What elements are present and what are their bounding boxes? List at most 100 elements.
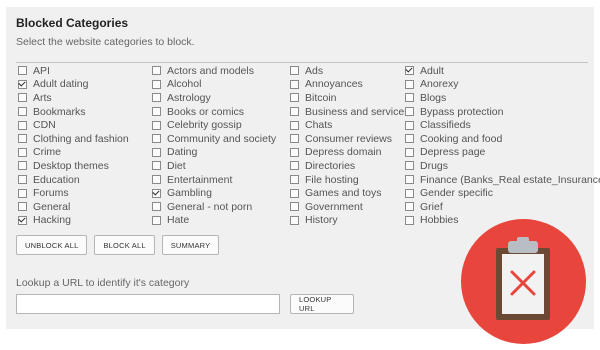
category-item[interactable]: API [18,64,152,78]
category-checkbox[interactable] [290,93,299,103]
category-checkbox[interactable] [405,175,414,185]
category-item[interactable]: Gambling [152,186,290,200]
category-checkbox[interactable] [405,120,414,130]
category-checkbox[interactable] [290,175,299,185]
category-item[interactable]: General - not porn [152,200,290,214]
category-item[interactable]: Anorexy [405,78,595,92]
category-item[interactable]: Adult dating [18,78,152,92]
category-checkbox[interactable] [405,215,414,225]
lookup-url-input[interactable] [16,294,280,314]
summary-button[interactable]: SUMMARY [161,235,220,255]
category-checkbox[interactable] [290,161,299,171]
category-item[interactable]: File hosting [290,173,405,187]
category-checkbox[interactable] [290,120,299,130]
category-item[interactable]: Diet [152,159,290,173]
category-checkbox[interactable] [405,79,414,89]
category-checkbox[interactable] [405,188,414,198]
unblock-all-button[interactable]: UNBLOCK ALL [16,235,88,255]
category-checkbox[interactable] [18,93,27,103]
category-item[interactable]: Classifieds [405,118,595,132]
category-checkbox[interactable] [405,93,414,103]
category-item[interactable]: Games and toys [290,186,405,200]
category-checkbox[interactable] [290,215,299,225]
category-item[interactable]: Bitcoin [290,91,405,105]
category-item[interactable]: Business and services [290,105,409,119]
category-checkbox[interactable] [405,147,414,157]
category-item[interactable]: Chats [290,118,405,132]
category-checkbox[interactable] [18,215,27,225]
category-checkbox[interactable] [18,175,27,185]
category-item[interactable]: Clothing and fashion [18,132,152,146]
category-checkbox[interactable] [290,66,299,76]
category-checkbox[interactable] [18,188,27,198]
category-checkbox[interactable] [290,188,299,198]
category-item[interactable]: Drugs [405,159,595,173]
category-checkbox[interactable] [290,202,299,212]
category-item[interactable]: Community and society [152,132,290,146]
category-item[interactable]: Entertainment [152,173,290,187]
category-checkbox[interactable] [152,161,161,171]
category-item[interactable]: Astrology [152,91,290,105]
category-item[interactable]: Adult [405,64,595,78]
category-item[interactable]: Cooking and food [405,132,595,146]
category-item[interactable]: Hacking [18,214,152,228]
category-checkbox[interactable] [152,134,161,144]
category-checkbox[interactable] [152,79,161,89]
category-item[interactable]: Consumer reviews [290,132,405,146]
category-item[interactable]: Bypass protection [405,105,595,119]
category-checkbox[interactable] [18,161,27,171]
category-checkbox[interactable] [18,107,27,117]
block-all-button[interactable]: BLOCK ALL [94,235,155,255]
category-item[interactable]: Bookmarks [18,105,152,119]
category-checkbox[interactable] [18,66,27,76]
category-checkbox[interactable] [405,134,414,144]
category-item[interactable]: Government [290,200,405,214]
category-item[interactable]: Finance (Banks_Real estate_Insurance) [405,173,600,187]
category-item[interactable]: CDN [18,118,152,132]
category-checkbox[interactable] [18,147,27,157]
category-item[interactable]: Gender specific [405,186,595,200]
category-item[interactable]: Grief [405,200,595,214]
category-checkbox[interactable] [152,215,161,225]
category-item[interactable]: Crime [18,146,152,160]
category-checkbox[interactable] [405,66,414,76]
category-item[interactable]: Books or comics [152,105,290,119]
category-checkbox[interactable] [18,120,27,130]
category-item[interactable]: Hate [152,214,290,228]
category-checkbox[interactable] [290,79,299,89]
category-item[interactable]: Ads [290,64,405,78]
category-item[interactable]: Alcohol [152,78,290,92]
category-checkbox[interactable] [18,134,27,144]
category-item[interactable]: Depress domain [290,146,405,160]
category-checkbox[interactable] [152,66,161,76]
category-item[interactable]: Arts [18,91,152,105]
category-item[interactable]: Actors and models [152,64,290,78]
category-item[interactable]: Dating [152,146,290,160]
category-checkbox[interactable] [405,202,414,212]
category-item[interactable]: General [18,200,152,214]
category-checkbox[interactable] [152,175,161,185]
category-checkbox[interactable] [405,107,414,117]
category-item[interactable]: Directories [290,159,405,173]
category-checkbox[interactable] [18,79,27,89]
category-item[interactable]: History [290,214,405,228]
category-checkbox[interactable] [18,202,27,212]
category-item[interactable]: Depress page [405,146,595,160]
category-item[interactable]: Annoyances [290,78,405,92]
category-item[interactable]: Forums [18,186,152,200]
category-checkbox[interactable] [290,134,299,144]
category-checkbox[interactable] [290,147,299,157]
category-checkbox[interactable] [152,120,161,130]
category-checkbox[interactable] [152,202,161,212]
category-item[interactable]: Blogs [405,91,595,105]
category-item[interactable]: Celebrity gossip [152,118,290,132]
category-item[interactable]: Education [18,173,152,187]
category-checkbox[interactable] [152,107,161,117]
category-checkbox[interactable] [290,107,299,117]
category-checkbox[interactable] [152,147,161,157]
category-checkbox[interactable] [152,188,161,198]
lookup-url-button[interactable]: LOOKUP URL [290,294,354,314]
category-checkbox[interactable] [405,161,414,171]
category-item[interactable]: Desktop themes [18,159,152,173]
category-checkbox[interactable] [152,93,161,103]
